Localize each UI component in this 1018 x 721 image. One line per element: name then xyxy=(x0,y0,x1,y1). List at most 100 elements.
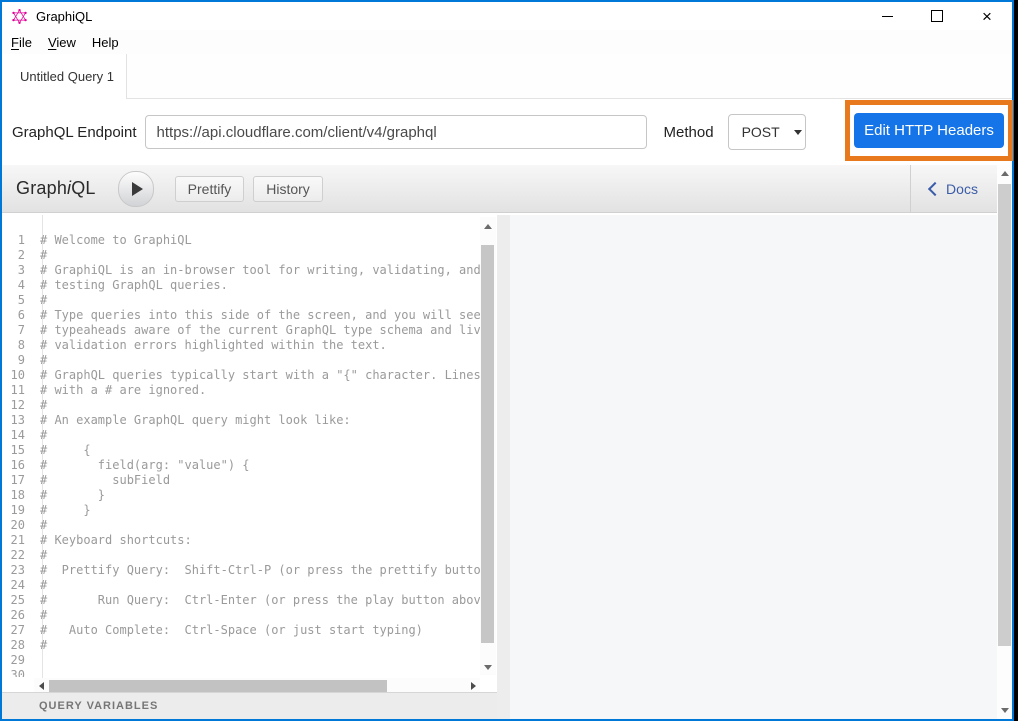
scroll-up-arrow[interactable] xyxy=(997,165,1012,182)
line-text: # subField xyxy=(34,473,170,488)
menu-help[interactable]: Help xyxy=(92,35,119,50)
line-text: # xyxy=(34,518,47,533)
editor-scroll-up-arrow[interactable] xyxy=(480,219,496,234)
triangle-left-icon xyxy=(39,682,44,690)
tab-strip-empty-area xyxy=(127,54,1012,99)
editor-line: 6# Type queries into this side of the sc… xyxy=(2,308,480,323)
query-editor[interactable]: 1# Welcome to GraphiQL2#3# GraphiQL is a… xyxy=(2,215,497,694)
line-text: # xyxy=(34,428,47,443)
chevron-left-icon xyxy=(928,181,942,195)
tab-label: Untitled Query 1 xyxy=(20,69,114,84)
line-text: # Type queries into this side of the scr… xyxy=(34,308,480,323)
editor-line: 11# with a # are ignored. xyxy=(2,383,480,398)
triangle-right-icon xyxy=(471,682,476,690)
line-text: # with a # are ignored. xyxy=(34,383,206,398)
line-text xyxy=(34,653,40,668)
line-text: # typeaheads aware of the current GraphQ… xyxy=(34,323,480,338)
window-scrollbar-thumb[interactable] xyxy=(998,184,1011,646)
method-dropdown[interactable]: POST xyxy=(728,114,806,150)
editor-line: 23# Prettify Query: Shift-Ctrl-P (or pre… xyxy=(2,563,480,578)
line-number: 29 xyxy=(2,653,34,668)
prettify-button[interactable]: Prettify xyxy=(175,176,245,202)
triangle-down-icon xyxy=(484,665,492,670)
line-text: # } xyxy=(34,503,91,518)
line-number: 30 xyxy=(2,668,34,677)
line-number: 24 xyxy=(2,578,34,593)
editor-line: 15# { xyxy=(2,443,480,458)
minimize-button[interactable] xyxy=(870,2,904,30)
line-number: 25 xyxy=(2,593,34,608)
line-text: # An example GraphQL query might look li… xyxy=(34,413,351,428)
editor-scroll-down-arrow[interactable] xyxy=(480,660,496,675)
history-button[interactable]: History xyxy=(253,176,323,202)
line-number: 14 xyxy=(2,428,34,443)
endpoint-url-input[interactable] xyxy=(145,115,647,149)
line-number: 23 xyxy=(2,563,34,578)
triangle-down-icon xyxy=(1001,708,1009,713)
maximize-button[interactable] xyxy=(920,2,954,30)
editor-line: 20# xyxy=(2,518,480,533)
docs-toggle[interactable]: Docs xyxy=(910,165,997,212)
line-number: 9 xyxy=(2,353,34,368)
scroll-down-arrow[interactable] xyxy=(997,702,1012,719)
close-button[interactable]: × xyxy=(970,2,1004,30)
line-text: # xyxy=(34,293,47,308)
line-number: 7 xyxy=(2,323,34,338)
editor-hscroll-thumb[interactable] xyxy=(49,680,387,692)
editor-line: 7# typeaheads aware of the current Graph… xyxy=(2,323,480,338)
line-number: 5 xyxy=(2,293,34,308)
line-number: 21 xyxy=(2,533,34,548)
triangle-up-icon xyxy=(1001,171,1009,176)
editor-line: 1# Welcome to GraphiQL xyxy=(2,233,480,248)
window-vertical-scrollbar[interactable] xyxy=(997,165,1012,719)
edit-http-headers-button[interactable]: Edit HTTP Headers xyxy=(854,113,1004,148)
line-text: # Run Query: Ctrl-Enter (or press the pl… xyxy=(34,593,480,608)
editor-vscroll-thumb[interactable] xyxy=(481,245,494,643)
editor-line: 17# subField xyxy=(2,473,480,488)
line-text: # xyxy=(34,638,47,653)
triangle-up-icon xyxy=(484,224,492,229)
line-number: 10 xyxy=(2,368,34,383)
editor-line: 30 xyxy=(2,668,480,677)
tab-untitled-query-1[interactable]: Untitled Query 1 xyxy=(8,54,127,99)
line-text: # Welcome to GraphiQL xyxy=(34,233,192,248)
window-title: GraphiQL xyxy=(36,9,92,24)
line-text: # { xyxy=(34,443,91,458)
pane-resize-handle[interactable] xyxy=(497,215,510,719)
line-text: # GraphQL queries typically start with a… xyxy=(34,368,480,383)
line-number: 3 xyxy=(2,263,34,278)
line-text: # xyxy=(34,578,47,593)
play-icon xyxy=(132,182,143,196)
menu-view[interactable]: View xyxy=(48,35,76,50)
editor-line: 28# xyxy=(2,638,480,653)
editor-line: 8# validation errors highlighted within … xyxy=(2,338,480,353)
line-text: # testing GraphQL queries. xyxy=(34,278,228,293)
line-text: # field(arg: "value") { xyxy=(34,458,250,473)
line-number: 19 xyxy=(2,503,34,518)
line-text: # } xyxy=(34,488,105,503)
line-number: 16 xyxy=(2,458,34,473)
line-text: # Keyboard shortcuts: xyxy=(34,533,192,548)
line-text: # xyxy=(34,548,47,563)
editor-vertical-scrollbar[interactable] xyxy=(480,217,496,675)
minimize-icon xyxy=(882,16,893,17)
execute-query-button[interactable] xyxy=(118,171,154,207)
line-number: 13 xyxy=(2,413,34,428)
line-number: 18 xyxy=(2,488,34,503)
query-variables-bar[interactable]: QUERY VARIABLES xyxy=(2,692,497,719)
editor-line: 24# xyxy=(2,578,480,593)
editor-line: 2# xyxy=(2,248,480,263)
line-number: 20 xyxy=(2,518,34,533)
editor-lines[interactable]: 1# Welcome to GraphiQL2#3# GraphiQL is a… xyxy=(2,233,480,677)
editor-line: 21# Keyboard shortcuts: xyxy=(2,533,480,548)
editor-line: 27# Auto Complete: Ctrl-Space (or just s… xyxy=(2,623,480,638)
line-text: # xyxy=(34,398,47,413)
editor-line: 13# An example GraphQL query might look … xyxy=(2,413,480,428)
chevron-down-icon xyxy=(794,130,802,135)
line-number: 22 xyxy=(2,548,34,563)
menu-file[interactable]: File xyxy=(11,35,32,50)
title-bar: GraphiQL × xyxy=(2,2,1012,30)
close-icon: × xyxy=(982,8,992,25)
menu-bar: File View Help xyxy=(2,30,1012,54)
line-number: 17 xyxy=(2,473,34,488)
